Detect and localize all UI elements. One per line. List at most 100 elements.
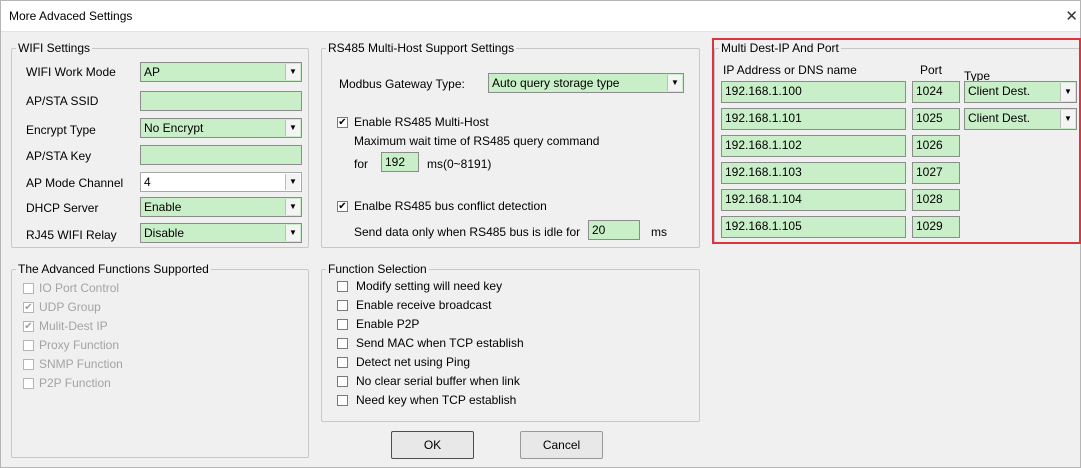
max-wait-time-text: Maximum wait time of RS485 query command [354, 134, 600, 148]
dialog-title: More Advaced Settings [9, 9, 133, 23]
ap-sta-key-input[interactable] [140, 145, 302, 165]
dest-ip-input[interactable]: 192.168.1.103 [721, 162, 906, 184]
idle-time-value: 20 [592, 223, 606, 237]
wait-time-value: 192 [385, 155, 406, 169]
advanced-function-label: UDP Group [39, 300, 101, 314]
advanced-functions-legend: The Advanced Functions Supported [18, 262, 209, 276]
dest-ip-value: 192.168.1.103 [725, 165, 802, 179]
idle-unit-label: ms [651, 225, 667, 239]
advanced-function-checkbox [23, 378, 34, 389]
cancel-button[interactable]: Cancel [520, 431, 603, 459]
wait-unit-label: ms(0~8191) [427, 157, 492, 171]
dest-ip-value: 192.168.1.104 [725, 192, 802, 206]
dest-type-value: Client Dest. [968, 84, 1031, 98]
encrypt-type-select[interactable]: No Encrypt ▼ [140, 118, 302, 138]
dest-port-value: 1026 [916, 138, 943, 152]
dest-port-value: 1024 [916, 84, 943, 98]
chevron-down-icon: ▼ [285, 199, 300, 215]
ap-sta-key-label: AP/STA Key [26, 149, 92, 163]
function-checkbox[interactable] [337, 357, 348, 368]
ap-sta-ssid-label: AP/STA SSID [26, 94, 99, 108]
dest-type-value: Client Dest. [968, 111, 1031, 125]
function-checkbox[interactable] [337, 281, 348, 292]
dhcp-server-label: DHCP Server [26, 201, 99, 215]
rj45-wifi-relay-label: RJ45 WIFI Relay [26, 228, 117, 242]
settings-dialog: More Advaced Settings ✕ WIFI Settings WI… [0, 0, 1081, 468]
for-label: for [354, 157, 369, 171]
column-header-ip: IP Address or DNS name [723, 63, 857, 77]
advanced-function-checkbox [23, 359, 34, 370]
dhcp-server-value: Enable [144, 200, 182, 214]
chevron-down-icon: ▼ [1060, 110, 1075, 128]
advanced-function-label: Mulit-Dest IP [39, 319, 108, 333]
wifi-work-mode-value: AP [144, 65, 161, 79]
dest-port-input[interactable]: 1029 [912, 216, 960, 238]
ap-mode-channel-value: 4 [144, 175, 151, 189]
dest-ip-value: 192.168.1.102 [725, 138, 802, 152]
dest-type-select[interactable]: Client Dest. ▼ [964, 81, 1077, 103]
dest-port-value: 1028 [916, 192, 943, 206]
modbus-gateway-select[interactable]: Auto query storage type ▼ [488, 73, 684, 93]
modbus-gateway-value: Auto query storage type [492, 76, 620, 90]
function-checkbox[interactable] [337, 338, 348, 349]
advanced-function-label: Proxy Function [39, 338, 120, 352]
function-selection-legend: Function Selection [328, 262, 427, 276]
ap-sta-ssid-input[interactable] [140, 91, 302, 111]
dest-port-input[interactable]: 1028 [912, 189, 960, 211]
dest-port-value: 1029 [916, 219, 943, 233]
dest-ip-input[interactable]: 192.168.1.104 [721, 189, 906, 211]
idle-time-input[interactable]: 20 [588, 220, 640, 240]
dest-port-input[interactable]: 1024 [912, 81, 960, 103]
close-icon[interactable]: ✕ [1065, 7, 1078, 25]
chevron-down-icon: ▼ [667, 75, 682, 91]
function-label: Modify setting will need key [356, 279, 503, 293]
advanced-function-checkbox [23, 283, 34, 294]
wifi-work-mode-select[interactable]: AP ▼ [140, 62, 302, 82]
ok-button[interactable]: OK [391, 431, 474, 459]
rs485-settings-legend: RS485 Multi-Host Support Settings [328, 41, 515, 55]
dest-port-input[interactable]: 1027 [912, 162, 960, 184]
advanced-function-label: P2P Function [39, 376, 111, 390]
function-checkbox[interactable] [337, 376, 348, 387]
multi-dest-legend: Multi Dest-IP And Port [721, 41, 839, 55]
modbus-gateway-label: Modbus Gateway Type: [339, 77, 465, 91]
chevron-down-icon: ▼ [285, 174, 300, 190]
enable-multihost-checkbox[interactable]: ✔ [337, 117, 348, 128]
function-label: Enable P2P [356, 317, 420, 331]
title-bar: More Advaced Settings ✕ [1, 1, 1080, 32]
function-label: Enable receive broadcast [356, 298, 492, 312]
wait-time-input[interactable]: 192 [381, 152, 419, 172]
function-checkbox[interactable] [337, 395, 348, 406]
function-label: Need key when TCP establish [356, 393, 517, 407]
dest-ip-input[interactable]: 192.168.1.102 [721, 135, 906, 157]
dest-port-input[interactable]: 1025 [912, 108, 960, 130]
chevron-down-icon: ▼ [285, 225, 300, 241]
rj45-wifi-relay-value: Disable [144, 226, 185, 240]
dest-ip-value: 192.168.1.101 [725, 111, 802, 125]
encrypt-type-label: Encrypt Type [26, 123, 96, 137]
dest-ip-input[interactable]: 192.168.1.105 [721, 216, 906, 238]
dest-port-input[interactable]: 1026 [912, 135, 960, 157]
ap-mode-channel-select[interactable]: 4 ▼ [140, 172, 302, 192]
dest-ip-input[interactable]: 192.168.1.100 [721, 81, 906, 103]
function-label: Detect net using Ping [356, 355, 471, 369]
function-checkbox[interactable] [337, 319, 348, 330]
wifi-settings-legend: WIFI Settings [18, 41, 91, 55]
advanced-function-checkbox: ✔ [23, 321, 34, 332]
enable-multihost-label: Enable RS485 Multi-Host [354, 115, 489, 129]
dest-port-value: 1027 [916, 165, 943, 179]
dest-ip-value: 192.168.1.105 [725, 219, 802, 233]
column-header-port: Port [920, 63, 943, 77]
advanced-function-label: SNMP Function [39, 357, 123, 371]
advanced-function-checkbox: ✔ [23, 302, 34, 313]
conflict-detection-checkbox[interactable]: ✔ [337, 201, 348, 212]
idle-time-text: Send data only when RS485 bus is idle fo… [354, 225, 581, 239]
dhcp-server-select[interactable]: Enable ▼ [140, 197, 302, 217]
encrypt-type-value: No Encrypt [144, 121, 204, 135]
function-checkbox[interactable] [337, 300, 348, 311]
conflict-detection-label: Enalbe RS485 bus conflict detection [354, 199, 547, 213]
dest-ip-input[interactable]: 192.168.1.101 [721, 108, 906, 130]
advanced-function-checkbox [23, 340, 34, 351]
rj45-wifi-relay-select[interactable]: Disable ▼ [140, 223, 302, 243]
dest-type-select[interactable]: Client Dest. ▼ [964, 108, 1077, 130]
